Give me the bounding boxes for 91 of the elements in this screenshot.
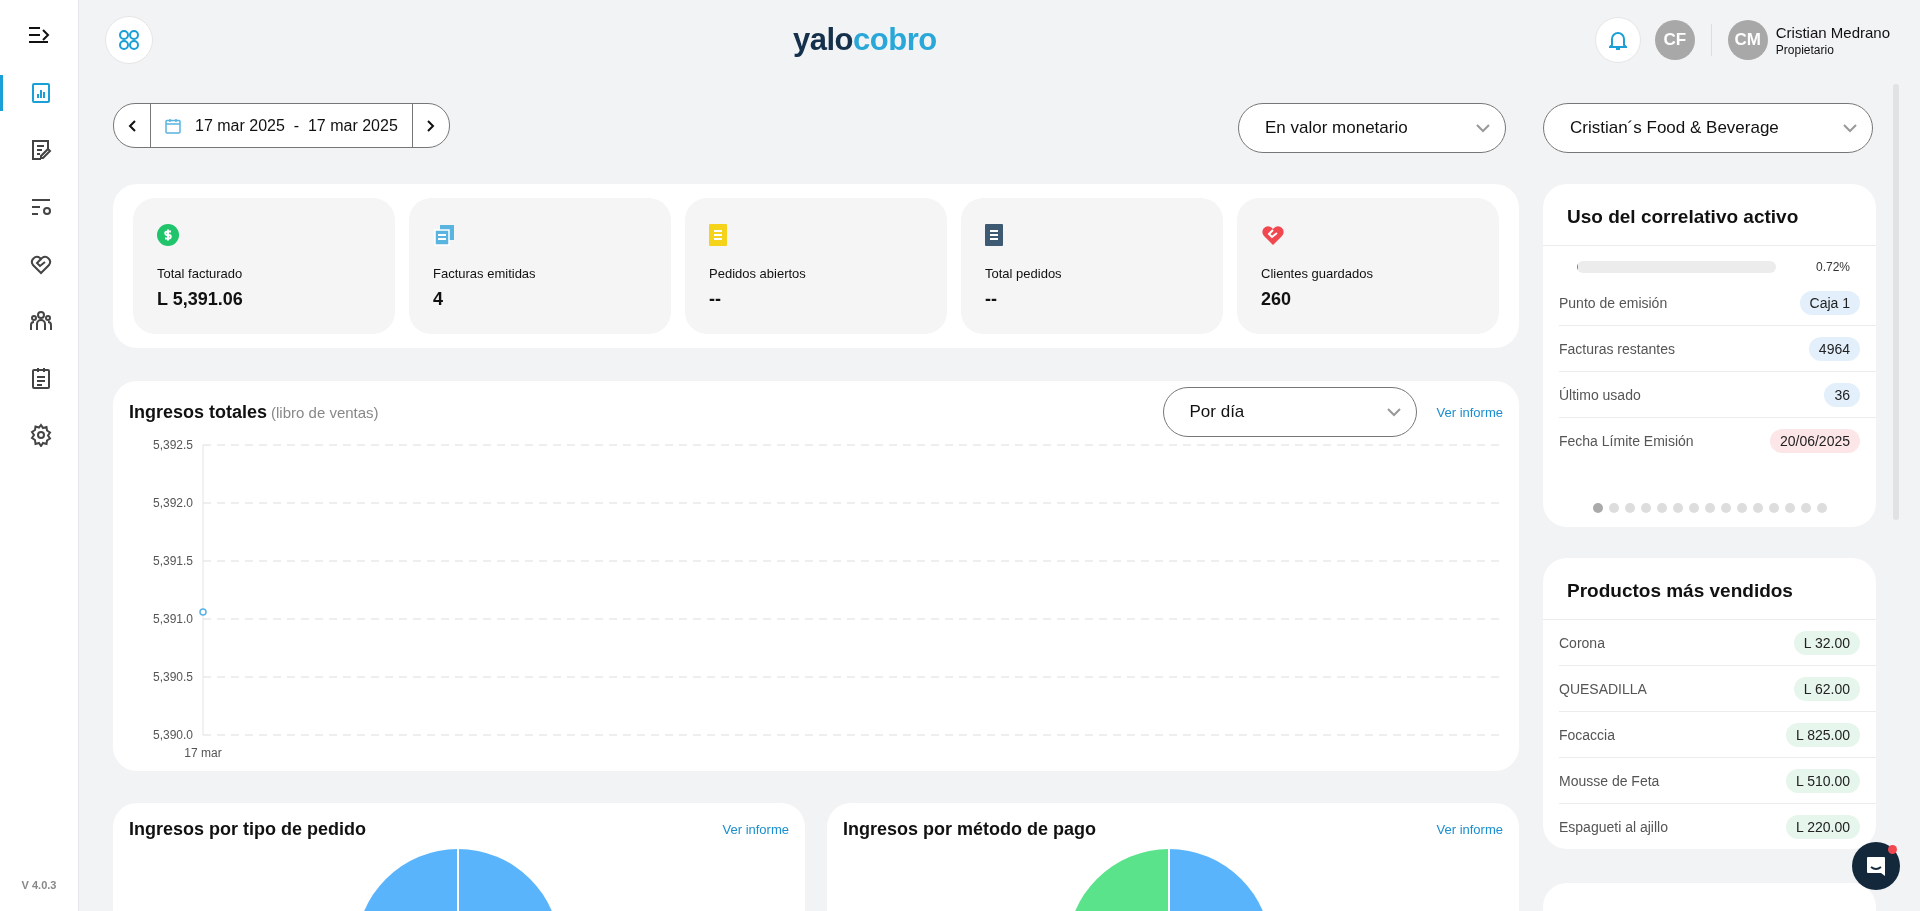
product-name: Corona	[1559, 634, 1605, 651]
chat-icon	[1865, 855, 1887, 877]
documents-icon	[433, 224, 455, 246]
logo: yalocobro	[793, 22, 937, 58]
y-axis-label: 5,390.0	[152, 728, 193, 742]
avatar[interactable]: CM	[1727, 20, 1768, 60]
line-series	[199, 608, 207, 616]
document-icon	[985, 224, 1003, 246]
y-axis-label: 5,392.5	[152, 438, 193, 452]
report-link[interactable]: Ver informe	[722, 822, 789, 837]
kpi-label: Total pedidos	[985, 266, 1063, 281]
period-dropdown[interactable]: Por día	[1162, 387, 1417, 437]
row-label: Fecha Límite Emisión	[1559, 432, 1694, 449]
chart-subtitle: (libro de ventas)	[271, 403, 379, 421]
pager-dot[interactable]	[1736, 503, 1747, 513]
product-name: Focaccia	[1559, 726, 1616, 743]
chart-title: Ingresos totales	[129, 401, 268, 423]
company-dropdown[interactable]: Cristian´s Food & Beverage	[1543, 103, 1873, 153]
product-name: Espagueti al ajillo	[1559, 818, 1668, 835]
y-axis-label: 5,390.5	[152, 670, 193, 684]
kpi-label: Total facturado	[157, 266, 244, 281]
card-title: Uso del correlativo activo	[1543, 184, 1876, 246]
kpi-value: 4	[433, 289, 444, 310]
chevron-down-icon	[1842, 123, 1858, 133]
kpi-value: --	[709, 289, 722, 310]
amount-badge: L 510.00	[1786, 768, 1860, 793]
value-badge: Caja 1	[1799, 290, 1860, 315]
calendar-icon	[165, 117, 181, 134]
kpi-label: Facturas emitidas	[433, 266, 537, 281]
card-title: Ingresos por tipo de pedido	[129, 819, 366, 840]
apps-button[interactable]	[105, 16, 153, 64]
date-range[interactable]: 17 mar 2025 - 17 mar 2025	[195, 116, 398, 135]
user-name: Cristian Medrano	[1775, 23, 1890, 41]
report-link[interactable]: Ver informe	[1436, 822, 1503, 837]
progress-reading: 0.72%	[1815, 260, 1850, 274]
value-badge: 4964	[1808, 336, 1860, 361]
notifications-button[interactable]	[1594, 17, 1641, 63]
apps-icon	[118, 29, 140, 51]
pager-dot[interactable]	[1608, 503, 1619, 513]
view-dropdown[interactable]: En valor monetario	[1238, 103, 1506, 153]
y-axis-label: 5,391.0	[152, 612, 193, 626]
document-icon	[709, 224, 727, 246]
row-label: Último usado	[1559, 386, 1641, 403]
kpi-value: L 5,391.06	[157, 289, 244, 310]
amount-badge: L 62.00	[1793, 676, 1860, 701]
report-link[interactable]: Ver informe	[1436, 404, 1503, 420]
value-badge: 20/06/2025	[1769, 428, 1860, 453]
pager-dot[interactable]	[1784, 503, 1795, 513]
chat-button[interactable]	[1852, 842, 1900, 890]
product-name: QUESADILLA	[1559, 680, 1647, 697]
pager-dot[interactable]	[1672, 503, 1683, 513]
y-axis-label: 5,391.5	[152, 554, 193, 568]
pager-dot[interactable]	[1752, 503, 1763, 513]
x-axis-label: 17 mar	[184, 746, 222, 760]
pager-dot[interactable]	[1688, 503, 1699, 513]
pager-dot[interactable]	[1768, 503, 1779, 513]
bell-icon	[1608, 30, 1627, 50]
pager-dot[interactable]	[1624, 503, 1635, 513]
pager-dot[interactable]	[1592, 503, 1603, 513]
kpi-value: --	[985, 289, 998, 310]
row-label: Punto de emisión	[1559, 294, 1668, 311]
card-title: Productos más vendidos	[1543, 558, 1876, 620]
avatar[interactable]: CF	[1654, 20, 1695, 60]
heart-handshake-icon	[1261, 224, 1285, 246]
product-name: Mousse de Feta	[1559, 772, 1660, 789]
people-icon	[28, 309, 53, 333]
pager-dot[interactable]	[1656, 503, 1667, 513]
kpi-label: Pedidos abiertos	[709, 266, 807, 281]
kpi-value: 260	[1261, 289, 1293, 310]
settings-icon	[28, 423, 53, 447]
pager-dot[interactable]	[1800, 503, 1811, 513]
menu-expand-icon	[28, 25, 50, 44]
kpi-label: Clientes guardados	[1261, 266, 1375, 281]
version-label: V 4.0.3	[21, 879, 57, 891]
pager-dot[interactable]	[1704, 503, 1715, 513]
dollar-icon	[157, 224, 179, 246]
user-role: Propietario	[1775, 42, 1835, 57]
amount-badge: L 32.00	[1793, 630, 1860, 655]
chevron-right-icon	[425, 118, 436, 133]
chevron-left-icon	[127, 118, 137, 133]
amount-badge: L 825.00	[1786, 722, 1860, 747]
row-label: Facturas restantes	[1559, 340, 1675, 357]
pager-dot[interactable]	[1816, 503, 1827, 513]
pager-dot[interactable]	[1720, 503, 1731, 513]
card-title: Ingresos por método de pago	[843, 819, 1097, 840]
chevron-down-icon	[1475, 123, 1491, 133]
y-axis-label: 5,392.0	[152, 496, 193, 510]
value-badge: 36	[1824, 382, 1860, 407]
pager-dot[interactable]	[1640, 503, 1651, 513]
chevron-down-icon	[1385, 407, 1402, 417]
amount-badge: L 220.00	[1786, 814, 1860, 839]
